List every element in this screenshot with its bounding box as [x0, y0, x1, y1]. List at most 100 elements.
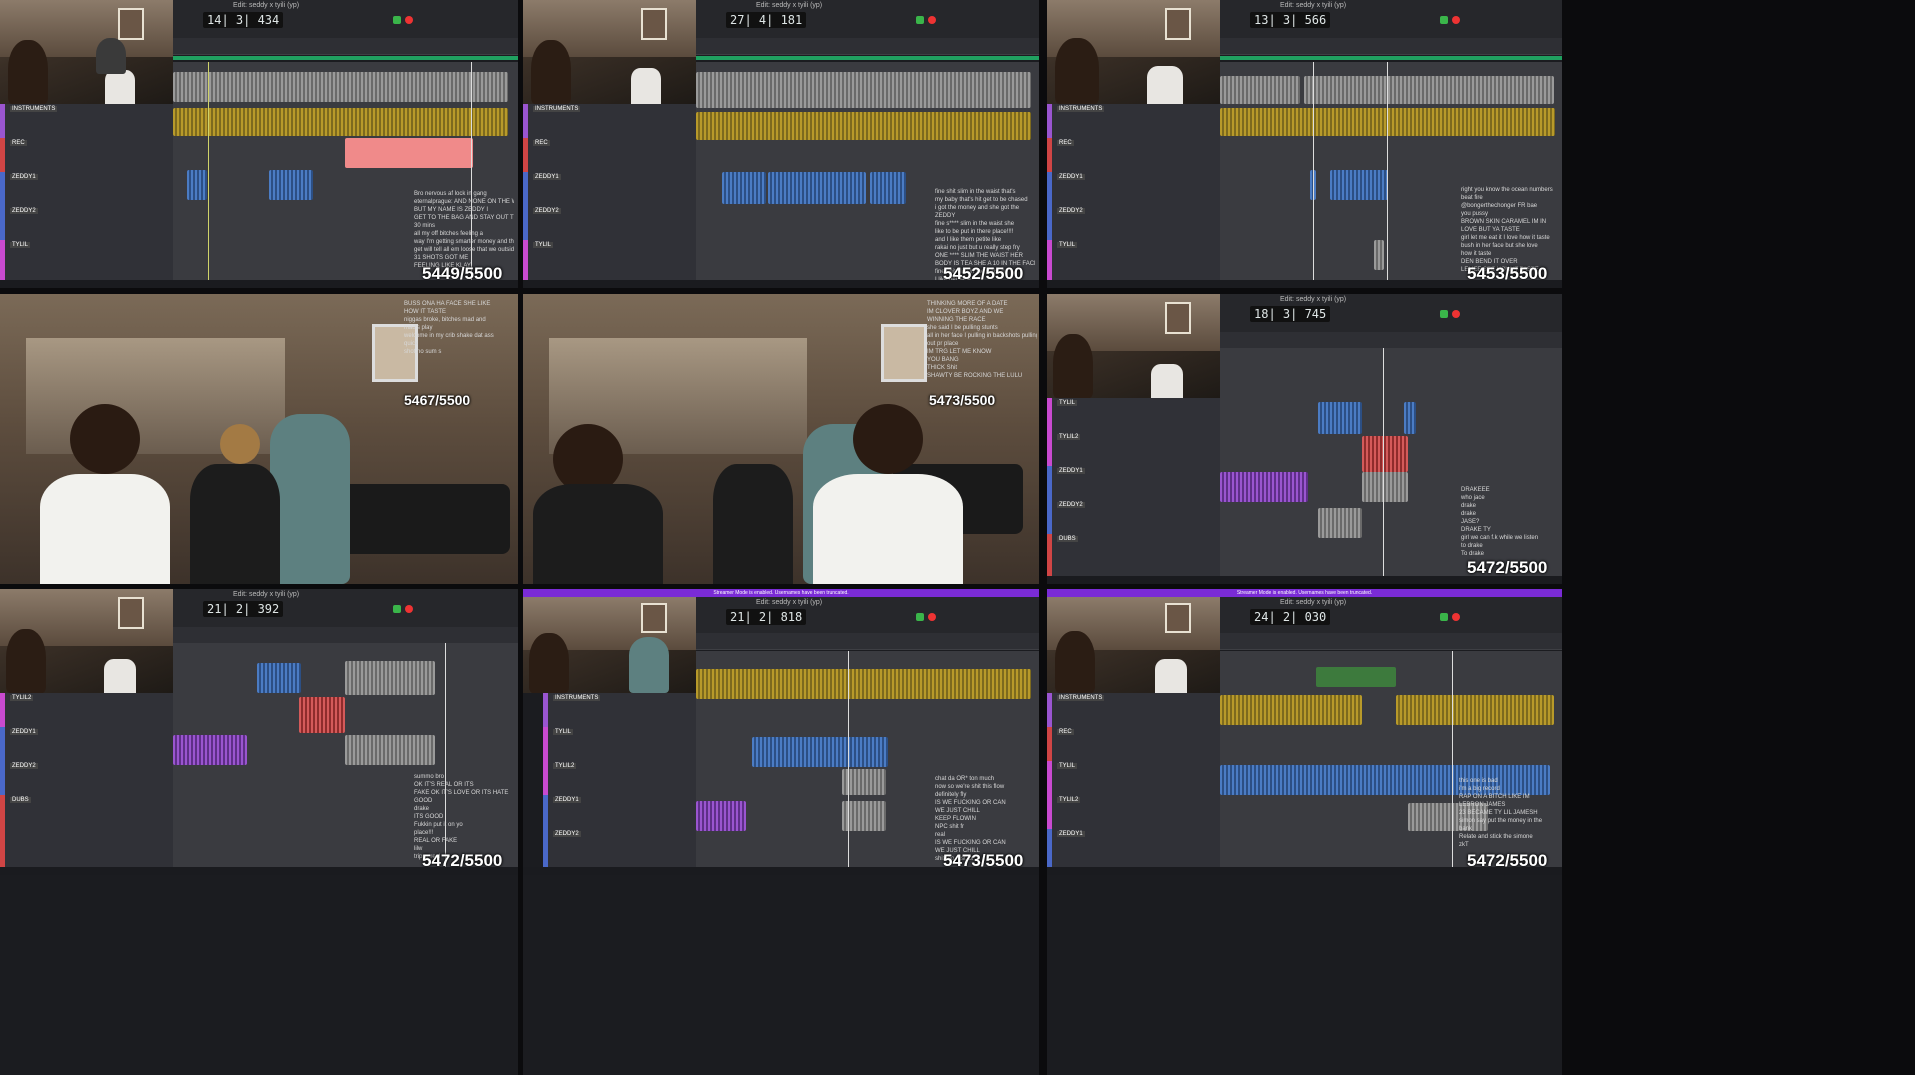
audio-clip[interactable] — [345, 661, 435, 695]
frame-6: Edit: seddy x tyili (yp) 18| 3| 745 TYLI… — [1047, 294, 1562, 584]
timeline-ruler[interactable] — [1220, 332, 1562, 349]
main-counter: 21| 2| 392 — [203, 601, 284, 617]
audio-clip[interactable] — [173, 108, 508, 136]
audio-clip[interactable] — [870, 172, 906, 204]
main-counter: 27| 4| 181 — [726, 12, 807, 28]
track-row[interactable]: INSTRUMENTS — [523, 104, 696, 139]
track-row[interactable]: REC — [1047, 138, 1220, 173]
play-icon[interactable] — [1440, 613, 1448, 621]
track-row[interactable]: REC — [0, 138, 173, 173]
audio-clip[interactable] — [722, 172, 766, 204]
timeline-ruler[interactable] — [173, 627, 518, 644]
track-row[interactable]: TYLIL — [543, 727, 696, 762]
audio-clip[interactable] — [173, 735, 247, 765]
track-row[interactable]: ZEDDY2 — [543, 829, 696, 870]
track-row[interactable]: TYLIL — [1047, 240, 1220, 281]
record-icon[interactable] — [928, 16, 936, 24]
track-row[interactable]: ZEDDY2 — [523, 206, 696, 241]
track-name: TYLIL — [10, 242, 31, 248]
track-row[interactable]: DUBS — [0, 795, 173, 868]
audio-clip[interactable] — [696, 72, 1031, 108]
track-row[interactable]: TYLIL2 — [543, 761, 696, 796]
record-icon[interactable] — [405, 605, 413, 613]
streamer-mode-banner: Streamer Mode is enabled. Usernames have… — [1047, 589, 1562, 597]
timeline-ruler[interactable] — [696, 38, 1039, 55]
timeline-ruler[interactable] — [696, 633, 1039, 650]
track-row[interactable]: ZEDDY1 — [0, 172, 173, 207]
track-row[interactable]: TYLIL — [1047, 398, 1220, 433]
track-name: ZEDDY2 — [553, 831, 581, 837]
track-row[interactable]: ZEDDY1 — [543, 795, 696, 830]
track-row[interactable]: TYLIL — [1047, 761, 1220, 796]
track-row[interactable]: REC — [523, 138, 696, 173]
track-row[interactable]: ZEDDY2 — [1047, 206, 1220, 241]
audio-clip[interactable] — [1330, 170, 1388, 200]
track-row[interactable]: ZEDDY1 — [1047, 172, 1220, 207]
track-row[interactable]: ZEDDY2 — [0, 761, 173, 796]
track-row[interactable]: TYLIL — [523, 240, 696, 281]
play-icon[interactable] — [1440, 16, 1448, 24]
marker-bar — [1220, 56, 1562, 60]
audio-clip[interactable] — [1362, 472, 1408, 502]
record-icon[interactable] — [1452, 16, 1460, 24]
chat-overlay: Bro nervous af lock in gang eternalprague… — [414, 191, 514, 269]
track-row[interactable]: DUBS — [1047, 534, 1220, 577]
audio-clip[interactable] — [696, 801, 746, 831]
track-row[interactable]: INSTRUMENTS — [0, 104, 173, 139]
audio-clip[interactable] — [173, 72, 508, 102]
track-row[interactable]: ZEDDY2 — [1047, 500, 1220, 535]
track-name: ZEDDY2 — [10, 763, 38, 769]
track-row[interactable]: ZEDDY2 — [0, 206, 173, 241]
audio-clip[interactable] — [696, 112, 1031, 140]
audio-clip[interactable] — [257, 663, 301, 693]
track-row[interactable]: INSTRUMENTS — [1047, 104, 1220, 139]
record-icon[interactable] — [405, 16, 413, 24]
audio-clip[interactable] — [299, 697, 345, 733]
track-row[interactable]: ZEDDY1 — [0, 727, 173, 762]
audio-clip[interactable] — [1316, 667, 1396, 687]
audio-clip[interactable] — [187, 170, 207, 200]
record-icon[interactable] — [1452, 310, 1460, 318]
track-row[interactable]: ZEDDY1 — [523, 172, 696, 207]
record-icon[interactable] — [928, 613, 936, 621]
track-row[interactable]: REC — [1047, 727, 1220, 762]
track-row[interactable]: TYLIL2 — [1047, 432, 1220, 467]
daw-header: Edit: seddy x tyili (yp) 13| 3| 566 — [1220, 0, 1562, 39]
audio-clip[interactable] — [269, 170, 313, 200]
track-row[interactable]: ZEDDY1 — [1047, 829, 1220, 870]
audio-clip[interactable] — [1318, 508, 1362, 538]
record-icon[interactable] — [1452, 613, 1460, 621]
audio-clip[interactable] — [1362, 436, 1408, 472]
timeline-ruler[interactable] — [173, 38, 518, 55]
play-icon[interactable] — [393, 605, 401, 613]
audio-clip[interactable] — [1318, 402, 1362, 434]
audio-clip[interactable] — [1220, 76, 1300, 104]
audio-clip[interactable] — [1304, 76, 1554, 104]
track-row[interactable]: TYLIL — [0, 240, 173, 281]
track-row[interactable]: TYLIL2 — [0, 693, 173, 728]
track-name: ZEDDY2 — [1057, 208, 1085, 214]
timeline-ruler[interactable] — [1220, 633, 1562, 650]
play-icon[interactable] — [916, 613, 924, 621]
play-icon[interactable] — [1440, 310, 1448, 318]
play-icon[interactable] — [393, 16, 401, 24]
audio-clip[interactable] — [1220, 472, 1308, 502]
audio-clip[interactable] — [696, 669, 1031, 699]
audio-clip[interactable] — [1220, 695, 1362, 725]
audio-clip[interactable] — [1396, 695, 1554, 725]
track-name: INSTRUMENTS — [10, 106, 58, 112]
track-name: TYLIL — [553, 729, 574, 735]
main-counter: 21| 2| 818 — [726, 609, 807, 625]
audio-clip[interactable] — [345, 138, 473, 168]
audio-clip[interactable] — [752, 737, 888, 767]
audio-clip[interactable] — [345, 735, 435, 765]
timeline-ruler[interactable] — [1220, 38, 1562, 55]
track-row[interactable]: TYLIL2 — [1047, 795, 1220, 830]
audio-clip[interactable] — [768, 172, 866, 204]
track-row[interactable]: INSTRUMENTS — [1047, 693, 1220, 728]
track-row[interactable]: ZEDDY1 — [1047, 466, 1220, 501]
play-icon[interactable] — [916, 16, 924, 24]
audio-clip[interactable] — [1374, 240, 1384, 270]
audio-clip[interactable] — [1404, 402, 1416, 434]
track-row[interactable]: INSTRUMENTS — [543, 693, 696, 728]
